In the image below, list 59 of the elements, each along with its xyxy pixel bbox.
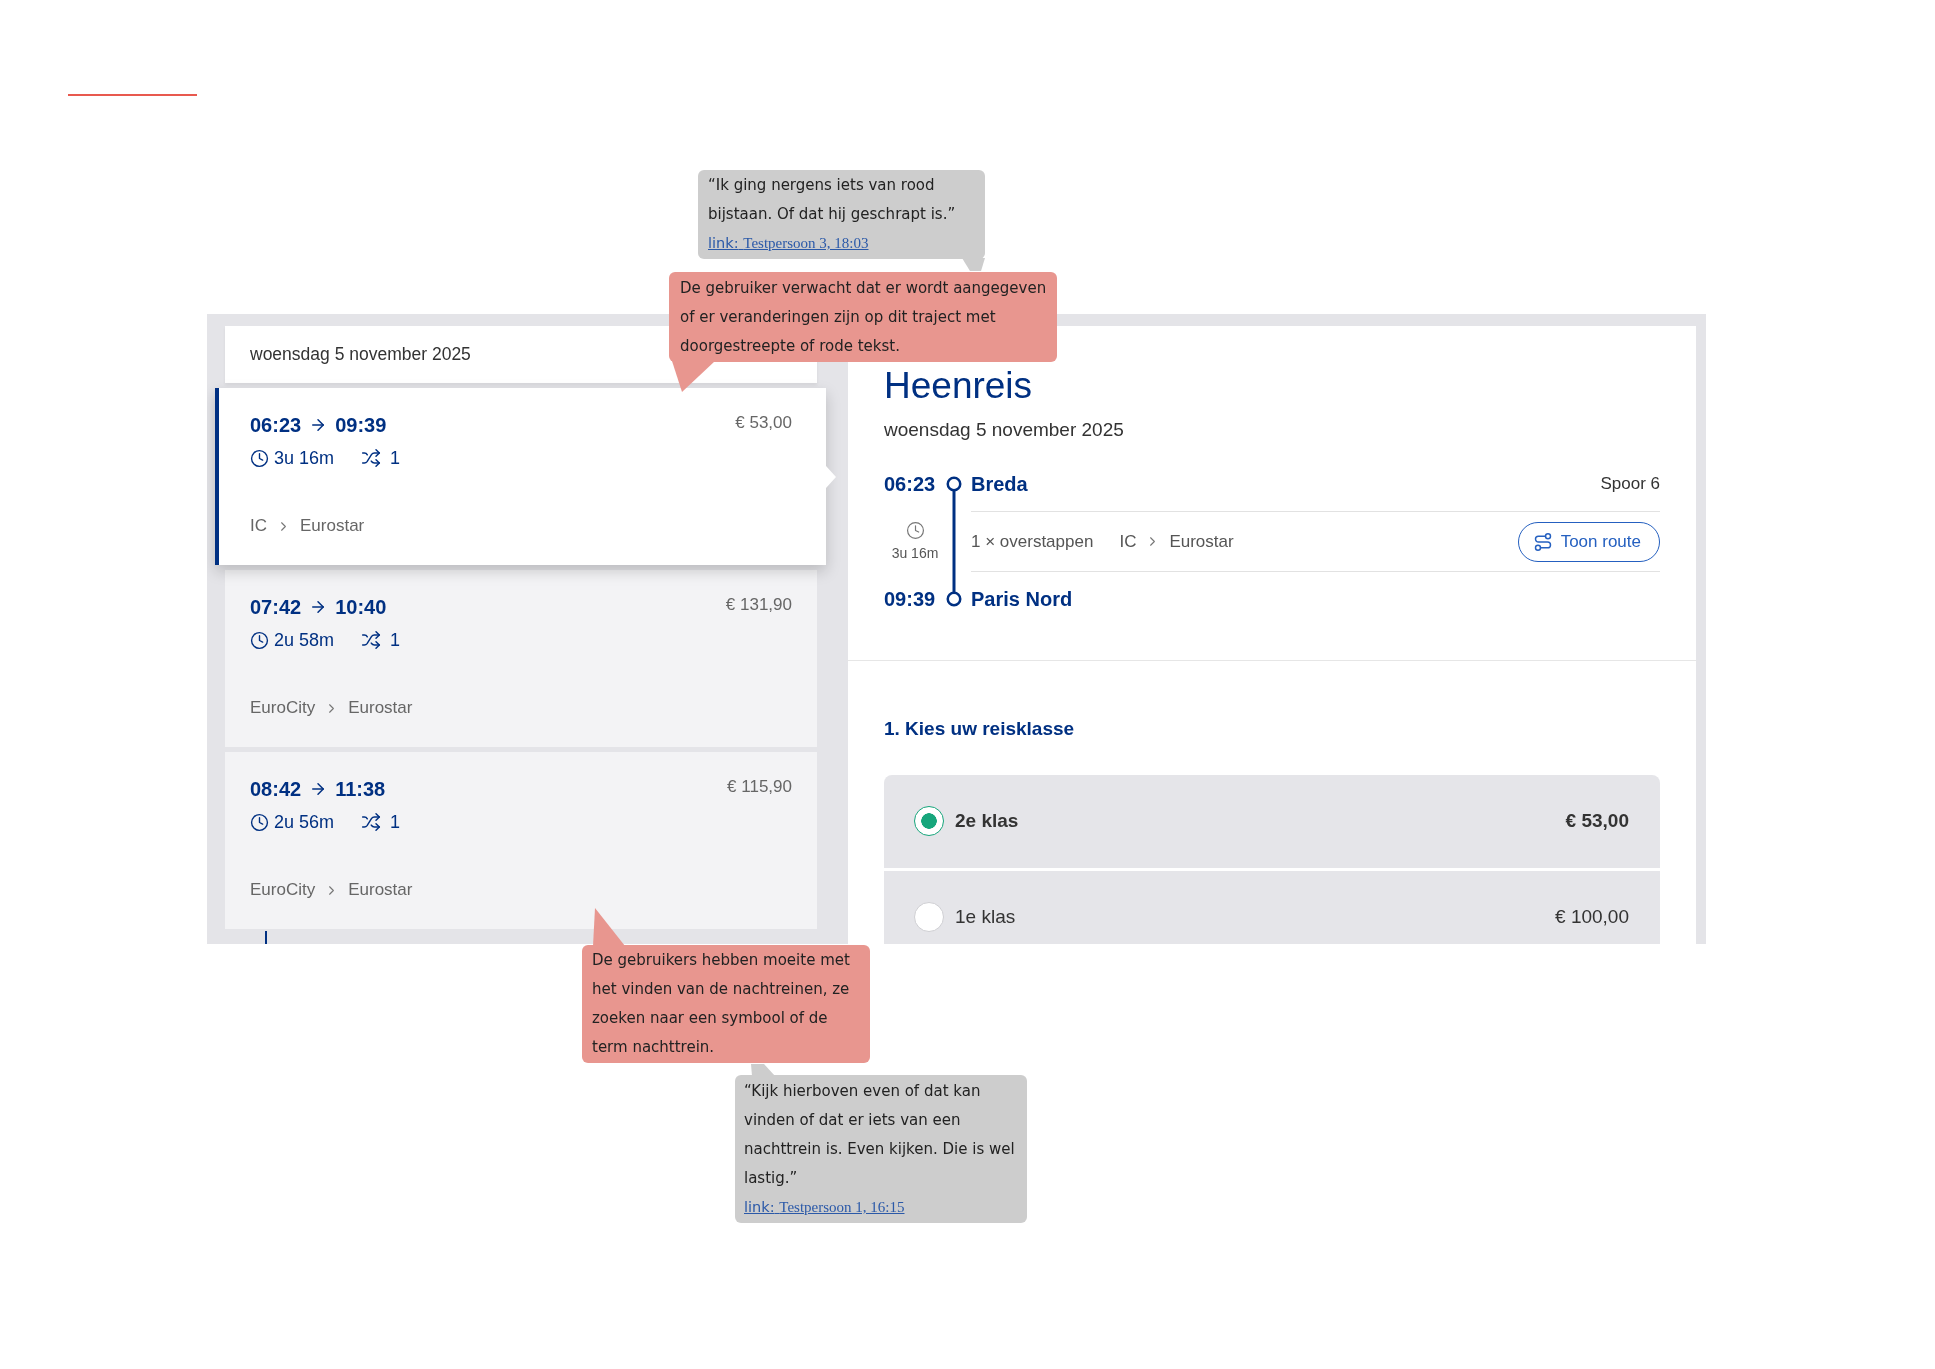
shuffle-icon xyxy=(361,448,382,468)
arrival-time: 11:38 xyxy=(335,777,386,801)
transfer-text: 1 × overstappen xyxy=(971,531,1094,552)
panel-title: Heenreis xyxy=(884,364,1034,408)
arrival-time: 09:39 xyxy=(335,413,387,437)
quote-text: “Kijk hierboven even of dat kan vinden of dat er iets van een nachttrein is. Even kijken. Die is wel lastig.” xyxy=(744,1081,1016,1189)
transfer-count: 1 xyxy=(390,447,401,470)
arrival-time: 10:40 xyxy=(335,595,387,619)
departure-time: 06:23 xyxy=(884,472,937,496)
train-name: IC xyxy=(250,515,267,537)
class-option[interactable]: 1e klas € 100,00 xyxy=(884,871,1660,944)
class-label: 1e klas xyxy=(955,905,1016,929)
journey-card[interactable]: 07:42 10:40 € 131,90 2u 58m 1 EuroCity Eurostar xyxy=(225,570,817,747)
train-name: Eurostar xyxy=(1169,531,1234,552)
class-label: 2e klas xyxy=(955,809,1019,833)
finding-text: De gebruikers hebben moeite met het vinden van de nachtreinen, ze zoeken naar een symbool of de term nachttrein. xyxy=(592,950,851,1058)
price-text: € 115,90 xyxy=(727,777,792,797)
source-link[interactable]: link: Testpersoon 3, 18:03 xyxy=(708,229,869,258)
section-heading: 1. Kies uw reisklasse xyxy=(884,717,1076,741)
class-option[interactable]: 2e klas € 53,00 xyxy=(884,775,1660,868)
clock-icon xyxy=(250,812,269,832)
clock-icon xyxy=(905,521,925,540)
transfer-count: 1 xyxy=(390,811,401,834)
quote-text: “Ik ging nergens iets van rood bijstaan. Of dat hij geschrapt is.” xyxy=(708,175,957,225)
clock-icon xyxy=(250,630,269,650)
train-name: Eurostar xyxy=(348,879,413,901)
departure-time: 07:42 xyxy=(250,595,302,619)
train-name: EuroCity xyxy=(250,879,316,901)
departure-time: 06:23 xyxy=(250,413,302,437)
radio-button[interactable] xyxy=(914,806,944,836)
price-text: € 53,00 xyxy=(735,413,792,433)
train-name: Eurostar xyxy=(348,697,413,719)
clock-icon xyxy=(250,448,269,468)
train-name: Eurostar xyxy=(300,515,365,537)
route-button[interactable]: Toon route xyxy=(1517,521,1660,562)
arrival-time: 09:39 xyxy=(884,587,937,611)
duration-text: 2u 58m xyxy=(274,629,335,652)
duration-text: 3u 16m xyxy=(891,545,939,562)
travel-date: woensdag 5 november 2025 xyxy=(884,418,1125,442)
departure-time: 08:42 xyxy=(250,777,302,801)
station-name: Breda xyxy=(971,472,1028,496)
platform-text: Spoor 6 xyxy=(1600,474,1660,494)
price-text: € 131,90 xyxy=(725,595,792,615)
class-price: € 53,00 xyxy=(1565,809,1629,833)
class-price: € 100,00 xyxy=(1555,905,1629,929)
station-name: Paris Nord xyxy=(971,587,1073,611)
route-icon xyxy=(1532,531,1553,552)
radio-button[interactable] xyxy=(914,902,944,932)
shuffle-icon xyxy=(361,630,382,650)
duration-text: 3u 16m xyxy=(274,447,335,470)
source-link[interactable]: link: Testpersoon 1, 16:15 xyxy=(744,1193,905,1222)
cursor-line xyxy=(265,931,267,944)
duration-text: 2u 56m xyxy=(274,811,335,834)
train-name: IC xyxy=(1119,531,1137,552)
pointer-triangle-icon xyxy=(826,465,836,488)
journey-card[interactable]: 08:42 11:38 € 115,90 2u 56m 1 EuroCity Eurostar xyxy=(225,752,817,929)
shuffle-icon xyxy=(361,812,382,832)
train-name: EuroCity xyxy=(250,697,316,719)
transfer-count: 1 xyxy=(390,629,401,652)
